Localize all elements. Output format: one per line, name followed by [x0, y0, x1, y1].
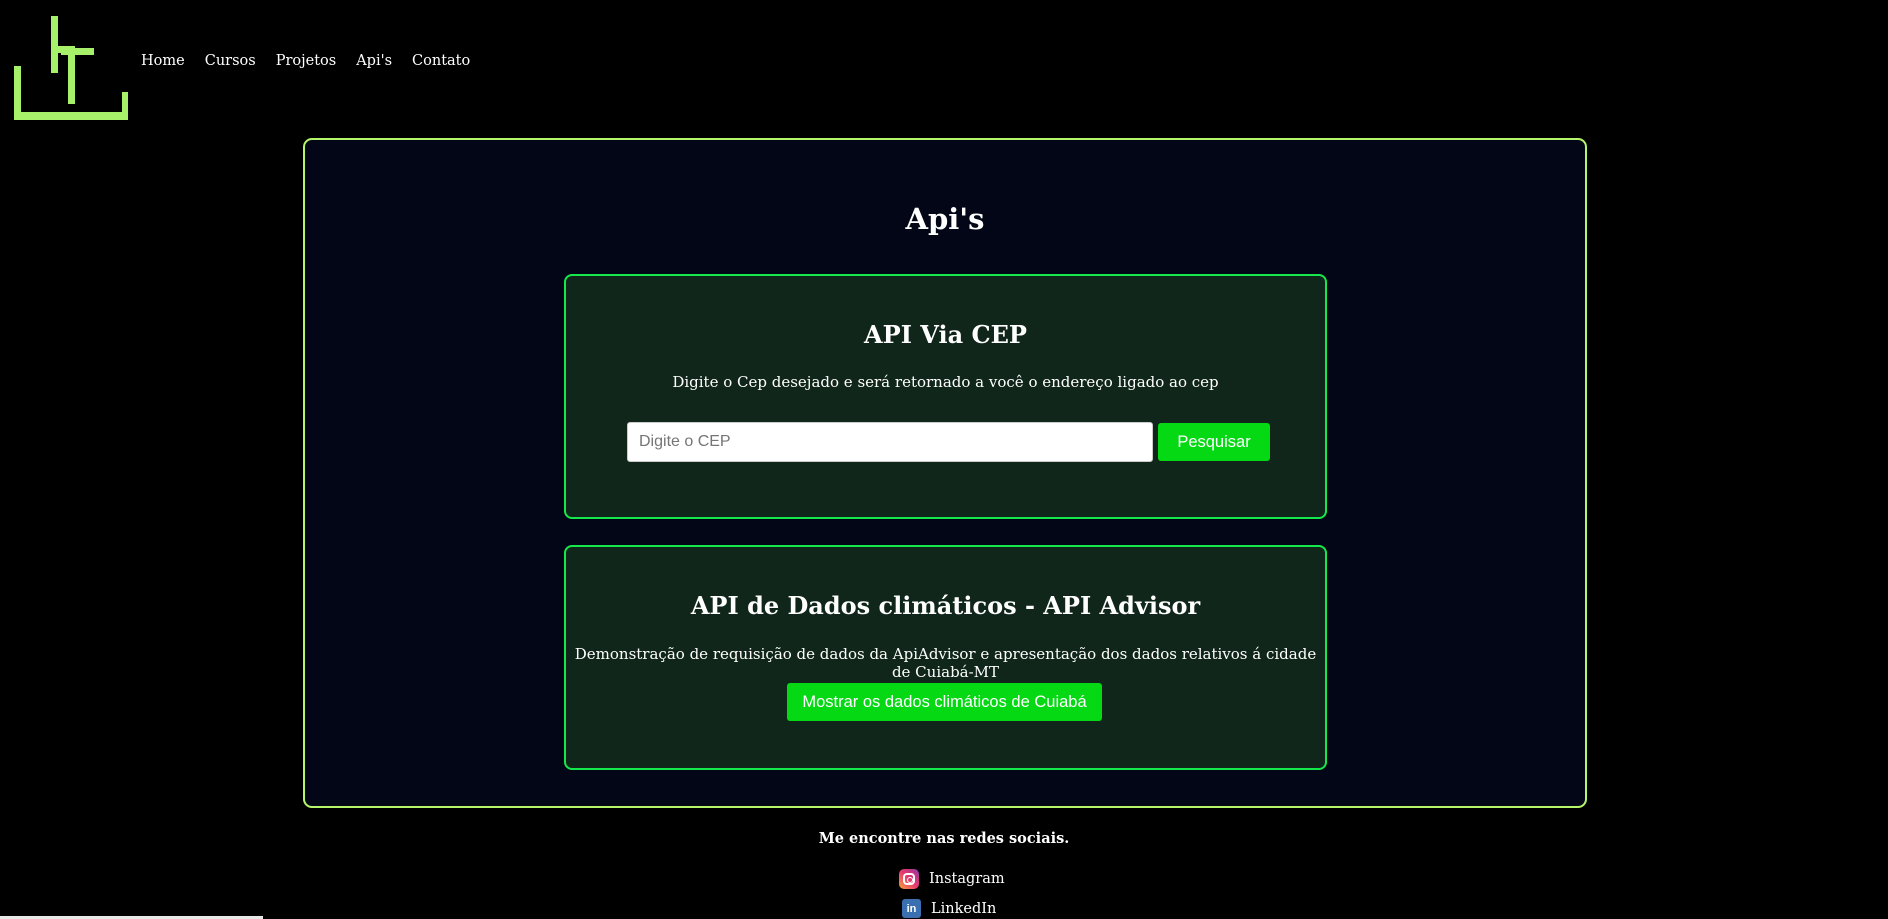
weather-card-description: Demonstração de requisição de dados da A…	[574, 645, 1317, 681]
cep-card-description: Digite o Cep desejado e será retornado a…	[672, 373, 1219, 391]
apis-panel: Api's API Via CEP Digite o Cep desejado …	[303, 138, 1587, 808]
show-weather-button[interactable]: Mostrar os dados climáticos de Cuiabá	[787, 683, 1102, 721]
search-button[interactable]: Pesquisar	[1158, 423, 1270, 461]
cep-card-title: API Via CEP	[864, 320, 1027, 349]
nav-item-contato[interactable]: Contato	[412, 52, 470, 70]
cep-api-card: API Via CEP Digite o Cep desejado e será…	[564, 274, 1327, 519]
weather-card-title: API de Dados climáticos - API Advisor	[690, 591, 1201, 620]
main-nav: Home Cursos Projetos Api's Contato	[141, 52, 490, 70]
linkedin-link[interactable]: in LinkedIn	[902, 899, 996, 918]
linkedin-label: LinkedIn	[931, 900, 997, 917]
cep-input[interactable]	[627, 422, 1153, 462]
logo-icon[interactable]	[14, 16, 128, 120]
linkedin-icon: in	[902, 899, 921, 918]
header: Home Cursos Projetos Api's Contato	[0, 0, 1888, 125]
instagram-link[interactable]: Instagram	[899, 869, 1005, 889]
nav-item-cursos[interactable]: Cursos	[205, 52, 256, 70]
nav-item-home[interactable]: Home	[141, 52, 185, 70]
instagram-icon	[899, 869, 919, 889]
nav-item-projetos[interactable]: Projetos	[276, 52, 337, 70]
cep-search-row: Pesquisar	[627, 422, 1270, 462]
instagram-label: Instagram	[929, 871, 1005, 887]
nav-item-apis[interactable]: Api's	[356, 52, 392, 70]
page-title: Api's	[905, 202, 985, 236]
footer-title: Me encontre nas redes sociais.	[818, 830, 1070, 847]
weather-api-card: API de Dados climáticos - API Advisor De…	[564, 545, 1327, 770]
